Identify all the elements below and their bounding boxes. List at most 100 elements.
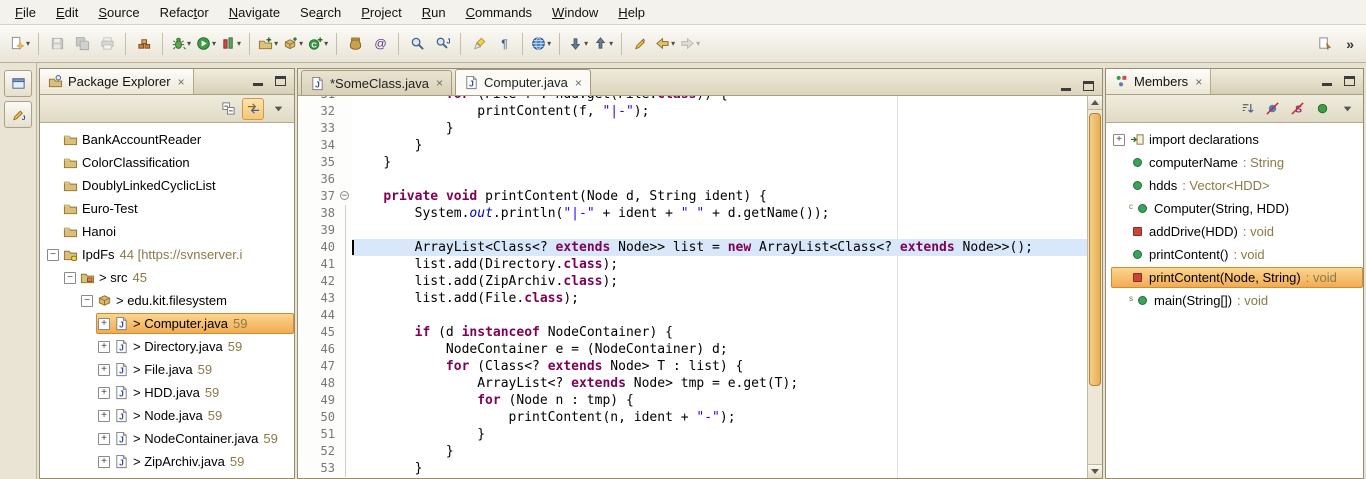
line-number[interactable]: 45 — [312, 324, 339, 341]
hide-static-button[interactable]: S — [1286, 98, 1308, 120]
line-number[interactable]: 36 — [312, 171, 339, 188]
member-adddrive-hdd[interactable]: addDrive(HDD) : void — [1106, 220, 1363, 243]
code-line-35[interactable]: 35 } — [298, 154, 1087, 171]
expander-plus-icon[interactable]: + — [98, 387, 110, 399]
minimize-view-button[interactable] — [1319, 74, 1335, 90]
annotation-ruler-cell[interactable] — [298, 307, 312, 324]
line-number[interactable]: 33 — [312, 120, 339, 137]
new-class-button[interactable]: C▾ — [306, 31, 330, 56]
scrollbar-down-arrow[interactable] — [1088, 464, 1102, 478]
annotation-ruler-cell[interactable] — [298, 409, 312, 426]
close-tab-icon[interactable]: × — [575, 76, 582, 90]
next-annotation-button[interactable]: ▾ — [566, 31, 590, 56]
expander-plus-icon[interactable]: + — [98, 364, 110, 376]
line-number[interactable]: 39 — [312, 222, 339, 239]
member-import-declarations[interactable]: +import declarations — [1106, 128, 1363, 151]
annotation-ruler-cell[interactable] — [298, 103, 312, 120]
annotation-ruler-cell[interactable] — [298, 171, 312, 188]
toolbar-overflow-button[interactable]: » — [1342, 36, 1358, 52]
annotation-ruler-cell[interactable] — [298, 426, 312, 443]
maximize-view-button[interactable] — [272, 74, 288, 90]
expander-plus-icon[interactable]: + — [98, 433, 110, 445]
line-number[interactable]: 38 — [312, 205, 339, 222]
line-number[interactable]: 50 — [312, 409, 339, 426]
editor-tab-someclass-java[interactable]: J*SomeClass.java× — [301, 70, 452, 95]
line-number[interactable]: 51 — [312, 426, 339, 443]
tree-item-ipdfs[interactable]: −IpdFs44 [https://svnserver.i — [40, 243, 294, 266]
scrollbar-up-arrow[interactable] — [1088, 96, 1102, 110]
annotation-ruler-cell[interactable] — [298, 188, 312, 205]
annotation-ruler-cell[interactable] — [298, 375, 312, 392]
view-menu-button[interactable] — [1336, 98, 1358, 120]
hide-fields-button[interactable] — [1261, 98, 1283, 120]
previous-annotation-button[interactable]: ▾ — [591, 31, 615, 56]
pin-editor-button[interactable] — [1312, 31, 1336, 56]
collapse-all-button[interactable] — [217, 98, 239, 120]
code-line-36[interactable]: 36 — [298, 171, 1087, 188]
fold-collapse-icon[interactable]: − — [340, 191, 349, 200]
menu-edit[interactable]: Edit — [46, 1, 88, 24]
code-line-51[interactable]: 51 } — [298, 426, 1087, 443]
tab-package-explorer[interactable]: Package Explorer × — [40, 69, 194, 94]
dropdown-arrow-icon[interactable]: ▾ — [237, 39, 241, 48]
dropdown-arrow-icon[interactable]: ▾ — [274, 39, 278, 48]
tab-members[interactable]: Members × — [1106, 69, 1211, 94]
editor-tab-computer-java[interactable]: JComputer.java× — [455, 69, 591, 95]
member-computer-string-hdd[interactable]: cComputer(String, HDD) — [1106, 197, 1363, 220]
code-line-38[interactable]: 38 System.out.println("|-" + ident + " "… — [298, 205, 1087, 222]
line-number[interactable]: 43 — [312, 290, 339, 307]
view-menu-button[interactable] — [267, 98, 289, 120]
code-line-43[interactable]: 43 list.add(File.class); — [298, 290, 1087, 307]
line-number[interactable]: 37 — [312, 188, 339, 205]
tree-item-hdd-java[interactable]: +J> HDD.java59 — [40, 381, 294, 404]
expander-plus-icon[interactable]: + — [98, 410, 110, 422]
menu-commands[interactable]: Commands — [456, 1, 542, 24]
last-edit-location-button[interactable] — [628, 31, 652, 56]
annotation-ruler-cell[interactable] — [298, 358, 312, 375]
show-whitespace-button[interactable]: ¶ — [492, 31, 516, 56]
annotation-ruler-cell[interactable] — [298, 154, 312, 171]
expander-plus-icon[interactable]: + — [98, 341, 110, 353]
close-tab-icon[interactable]: × — [436, 76, 443, 90]
annotation-ruler-cell[interactable] — [298, 96, 312, 103]
restore-views-button[interactable] — [4, 70, 32, 97]
line-number[interactable]: 34 — [312, 137, 339, 154]
dropdown-arrow-icon[interactable]: ▾ — [324, 39, 328, 48]
menu-search[interactable]: Search — [290, 1, 351, 24]
tree-item-euro-test[interactable]: Euro-Test — [40, 197, 294, 220]
line-number[interactable]: 53 — [312, 460, 339, 477]
open-web-browser-button[interactable]: ▾ — [529, 31, 553, 56]
annotation-ruler-cell[interactable] — [298, 460, 312, 477]
tree-item-hanoi[interactable]: Hanoi — [40, 220, 294, 243]
editor-scrollbar[interactable] — [1087, 96, 1102, 478]
forward-history-button[interactable]: ▾ — [678, 31, 702, 56]
code-line-52[interactable]: 52 } — [298, 443, 1087, 460]
dropdown-arrow-icon[interactable]: ▾ — [299, 39, 303, 48]
annotation-ruler-cell[interactable] — [298, 137, 312, 154]
line-number[interactable]: 32 — [312, 103, 339, 120]
code-line-34[interactable]: 34 } — [298, 137, 1087, 154]
code-line-40[interactable]: 40 ArrayList<Class<? extends Node>> list… — [298, 239, 1087, 256]
code-line-42[interactable]: 42 list.add(ZipArchiv.class); — [298, 273, 1087, 290]
maximize-editor-button[interactable] — [1080, 79, 1096, 95]
sort-members-button[interactable] — [1236, 98, 1258, 120]
expander-minus-icon[interactable]: − — [47, 249, 59, 261]
scrollbar-track[interactable] — [1088, 110, 1102, 464]
expander-plus-icon[interactable]: + — [1113, 134, 1125, 146]
annotation-ruler-cell[interactable] — [298, 256, 312, 273]
menu-refactor[interactable]: Refactor — [150, 1, 219, 24]
line-number[interactable]: 52 — [312, 443, 339, 460]
line-number[interactable]: 46 — [312, 341, 339, 358]
expander-plus-icon[interactable]: + — [98, 456, 110, 468]
tree-item-file-java[interactable]: +J> File.java59 — [40, 358, 294, 381]
annotation-ruler-cell[interactable] — [298, 205, 312, 222]
code-line-41[interactable]: 41 list.add(Directory.class); — [298, 256, 1087, 273]
open-search-button[interactable] — [405, 31, 429, 56]
tree-item-doublylinkedcycliclist[interactable]: DoublyLinkedCyclicList — [40, 174, 294, 197]
back-history-button[interactable]: ▾ — [653, 31, 677, 56]
annotation-ruler-cell[interactable] — [298, 239, 312, 256]
generate-javadoc-button[interactable]: @ — [368, 31, 392, 56]
code-line-45[interactable]: 45 if (d instanceof NodeContainer) { — [298, 324, 1087, 341]
annotation-ruler-cell[interactable] — [298, 290, 312, 307]
dropdown-arrow-icon[interactable]: ▾ — [547, 39, 551, 48]
